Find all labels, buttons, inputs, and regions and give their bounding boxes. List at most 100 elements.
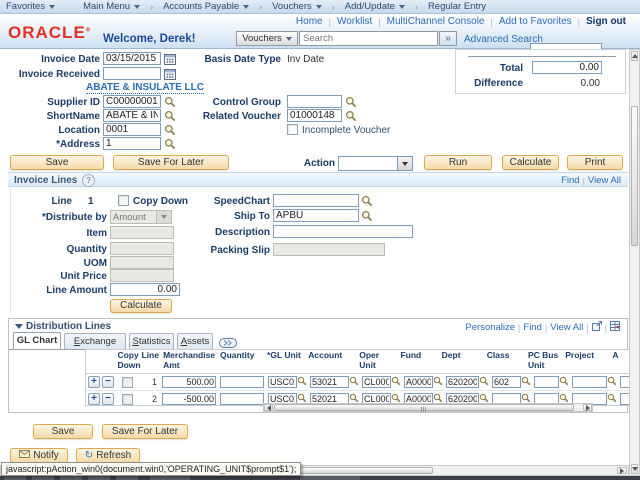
grid-horizontal-scrollbar[interactable] xyxy=(263,403,593,412)
total-input[interactable] xyxy=(532,61,602,74)
merchandise-amt-input[interactable] xyxy=(162,393,216,405)
lookup-icon[interactable] xyxy=(361,194,373,206)
lookup-icon[interactable] xyxy=(391,373,401,391)
lookup-icon[interactable] xyxy=(349,373,359,391)
account-input[interactable] xyxy=(310,376,349,388)
breadcrumb-favorites[interactable]: Favorites xyxy=(6,1,55,12)
breadcrumb-regular-entry: Regular Entry xyxy=(428,1,486,12)
notify-button[interactable]: Notify xyxy=(10,448,68,463)
lookup-icon[interactable] xyxy=(607,373,617,391)
home-link[interactable]: Home xyxy=(296,16,323,27)
lookup-icon[interactable] xyxy=(361,209,373,221)
invoice-lines-title: Invoice Lines xyxy=(14,175,77,186)
worklist-link[interactable]: Worklist xyxy=(337,16,372,27)
breadcrumb-label: Favorites xyxy=(6,1,45,12)
quantity-input[interactable] xyxy=(220,376,264,388)
scroll-left-arrow-icon[interactable] xyxy=(264,404,273,411)
row-copy-down-checkbox[interactable] xyxy=(122,377,133,388)
breadcrumb-vouchers[interactable]: Vouchers xyxy=(272,1,322,12)
tab-statistics[interactable]: Statistics xyxy=(129,333,174,349)
total-label: Total xyxy=(423,63,523,74)
delete-row-button[interactable]: − xyxy=(102,393,114,405)
collapse-triangle-icon[interactable] xyxy=(15,324,23,329)
control-group-input[interactable] xyxy=(287,95,342,108)
save-button[interactable]: Save xyxy=(10,155,104,170)
lookup-icon[interactable] xyxy=(164,123,176,135)
run-button[interactable]: Run xyxy=(424,155,492,170)
help-icon[interactable]: ? xyxy=(82,174,95,187)
search-scope-dropdown[interactable]: Vouchers xyxy=(236,31,298,46)
search-input[interactable] xyxy=(299,31,438,46)
copy-down-checkbox[interactable] xyxy=(118,195,129,206)
add-row-button[interactable]: + xyxy=(88,393,100,405)
footer-save-button[interactable]: Save xyxy=(33,424,93,439)
lookup-icon[interactable] xyxy=(345,95,357,107)
tab-gl-chart[interactable]: GL Chart xyxy=(13,332,61,349)
speedchart-input[interactable] xyxy=(273,194,359,207)
lookup-icon[interactable] xyxy=(433,373,443,391)
merchandise-amt-input[interactable] xyxy=(162,376,216,388)
print-button[interactable]: Print xyxy=(567,155,623,170)
gl-unit-input[interactable] xyxy=(268,376,297,388)
class-input[interactable] xyxy=(492,376,521,388)
line-amount-input[interactable] xyxy=(110,283,180,296)
action-dropdown[interactable] xyxy=(338,156,413,171)
add-row-button[interactable]: + xyxy=(88,376,100,388)
page-vertical-scrollbar[interactable] xyxy=(629,49,640,476)
invoice-date-input[interactable] xyxy=(103,52,161,65)
incomplete-voucher-checkbox[interactable] xyxy=(287,124,298,135)
lookup-icon[interactable] xyxy=(297,373,307,391)
oper-unit-input[interactable] xyxy=(362,376,391,388)
description-label: Description xyxy=(152,227,270,238)
calculate-button[interactable]: Calculate xyxy=(502,155,559,170)
lookup-icon[interactable] xyxy=(607,390,617,406)
breadcrumb-label: Main Menu xyxy=(83,1,130,12)
lookup-icon[interactable] xyxy=(164,137,176,149)
scrollbar-thumb[interactable] xyxy=(631,106,638,246)
breadcrumb-add-update[interactable]: Add/Update xyxy=(345,1,405,12)
multichannel-console-link[interactable]: MultiChannel Console xyxy=(387,16,485,27)
unit-price-input xyxy=(110,269,174,282)
application-window: Favorites Main Menu › Accounts Payable ›… xyxy=(0,0,640,480)
scroll-down-arrow-icon[interactable] xyxy=(631,464,638,474)
dept-input[interactable] xyxy=(446,376,479,388)
sign-out-link[interactable]: Sign out xyxy=(586,16,626,27)
shortname-input[interactable] xyxy=(103,109,161,122)
invoice-received-input[interactable] xyxy=(103,67,161,80)
description-input[interactable] xyxy=(273,225,413,238)
ship-to-input[interactable] xyxy=(273,209,359,222)
unit-price-label: Unit Price xyxy=(2,271,107,282)
breadcrumb-main-menu[interactable]: Main Menu xyxy=(83,1,140,12)
related-voucher-input[interactable] xyxy=(287,109,342,122)
supplier-name-link[interactable]: ABATE & INSULATE LLC xyxy=(86,82,204,94)
project-input[interactable] xyxy=(572,376,607,388)
lookup-icon[interactable] xyxy=(479,373,489,391)
search-go-button[interactable]: » xyxy=(439,31,457,46)
quantity-input[interactable] xyxy=(220,393,264,405)
lookup-icon[interactable] xyxy=(559,373,569,391)
invoice-lines-view-all-link[interactable]: View All xyxy=(588,175,621,186)
scroll-right-arrow-icon[interactable] xyxy=(617,467,627,474)
row-copy-down-checkbox[interactable] xyxy=(122,394,133,405)
scroll-right-arrow-icon[interactable] xyxy=(583,404,592,411)
calendar-icon[interactable] xyxy=(164,67,176,79)
tab-assets[interactable]: Assets xyxy=(177,333,213,349)
location-input[interactable] xyxy=(103,123,161,136)
pc-bus-unit-input[interactable] xyxy=(534,376,559,388)
tab-exchange-rate[interactable]: Exchange Rate xyxy=(64,333,126,349)
save-for-later-button[interactable]: Save For Later xyxy=(113,155,229,170)
lookup-icon[interactable] xyxy=(521,373,531,391)
lookup-icon[interactable] xyxy=(345,109,357,121)
scrollbar-thumb[interactable] xyxy=(274,404,574,411)
address-input[interactable] xyxy=(103,137,161,150)
fund-input[interactable] xyxy=(404,376,433,388)
calculate-line-button[interactable]: Calculate xyxy=(110,299,172,313)
refresh-button[interactable]: ↻ Refresh xyxy=(76,448,140,463)
invoice-lines-find-link[interactable]: Find xyxy=(561,175,579,186)
scroll-up-arrow-icon[interactable] xyxy=(631,51,638,61)
add-to-favorites-link[interactable]: Add to Favorites xyxy=(499,16,572,27)
supplier-id-input[interactable] xyxy=(103,95,161,108)
delete-row-button[interactable]: − xyxy=(102,376,114,388)
footer-save-for-later-button[interactable]: Save For Later xyxy=(102,424,188,439)
breadcrumb-accounts-payable[interactable]: Accounts Payable xyxy=(163,1,249,12)
